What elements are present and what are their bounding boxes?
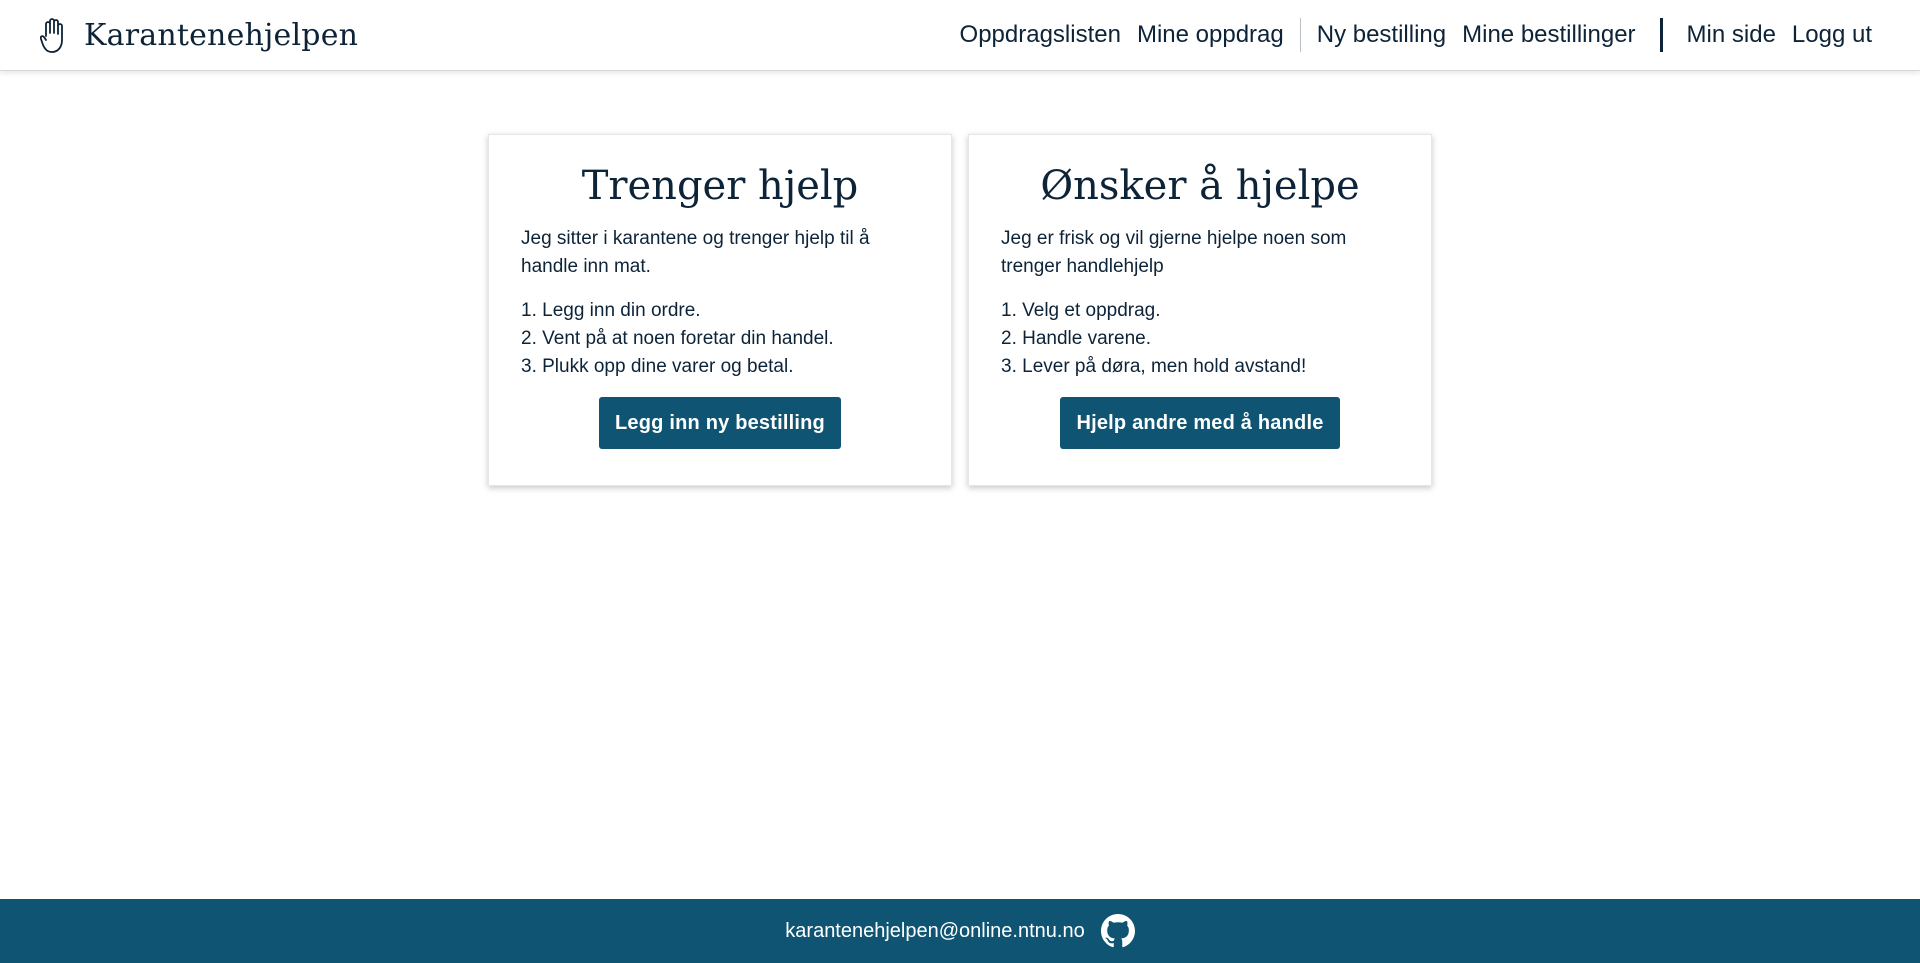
card-description: Jeg sitter i karantene og trenger hjelp …: [521, 228, 870, 277]
site-header: Karantenehjelpen Oppdragslisten Mine opp…: [0, 0, 1920, 71]
need-help-card: Trenger hjelp Jeg sitter i karantene og …: [488, 134, 952, 486]
contact-email-link[interactable]: karantenehjelpen@online.ntnu.no: [785, 920, 1084, 943]
card-title: Ønsker å hjelpe: [1040, 163, 1360, 209]
nav-ny-bestilling[interactable]: Ny bestilling: [1309, 21, 1454, 49]
step-item: Vent på at noen foretar din handel.: [521, 325, 919, 353]
nav-oppdragslisten[interactable]: Oppdragslisten: [952, 21, 1129, 49]
step-item: Velg et oppdrag.: [1001, 297, 1399, 325]
github-icon[interactable]: [1100, 914, 1135, 948]
main-content: Trenger hjelp Jeg sitter i karantene og …: [0, 134, 1920, 486]
button-row: Hjelp andre med å handle: [1001, 397, 1399, 449]
card-description: Jeg er frisk og vil gjerne hjelpe noen s…: [1001, 228, 1347, 277]
raised-hand-icon: [40, 18, 63, 53]
step-item: Plukk opp dine varer og betal.: [521, 353, 919, 381]
new-order-button[interactable]: Legg inn ny bestilling: [599, 397, 841, 449]
step-item: Handle varene.: [1001, 325, 1399, 353]
step-item: Legg inn din ordre.: [521, 297, 919, 325]
card-title: Trenger hjelp: [581, 163, 859, 209]
help-others-button[interactable]: Hjelp andre med å handle: [1060, 397, 1340, 449]
nav-mine-oppdrag[interactable]: Mine oppdrag: [1129, 21, 1292, 49]
nav-logg-ut[interactable]: Logg ut: [1784, 21, 1880, 49]
nav-divider: [1299, 18, 1301, 52]
nav-min-side[interactable]: Min side: [1679, 21, 1784, 49]
steps-list: Legg inn din ordre. Vent på at noen fore…: [521, 297, 919, 381]
steps-list: Velg et oppdrag. Handle varene. Lever på…: [1001, 297, 1399, 381]
nav-mine-bestillinger[interactable]: Mine bestillinger: [1454, 21, 1643, 49]
want-to-help-card: Ønsker å hjelpe Jeg er frisk og vil gjer…: [968, 134, 1432, 486]
button-row: Legg inn ny bestilling: [521, 397, 919, 449]
step-item: Lever på døra, men hold avstand!: [1001, 353, 1399, 381]
main-nav: Oppdragslisten Mine oppdrag Ny bestillin…: [952, 0, 1880, 70]
site-footer: karantenehjelpen@online.ntnu.no: [0, 899, 1920, 963]
nav-divider-account: [1659, 18, 1663, 52]
brand-name: Karantenehjelpen: [84, 17, 359, 53]
brand-link[interactable]: Karantenehjelpen: [40, 16, 358, 54]
